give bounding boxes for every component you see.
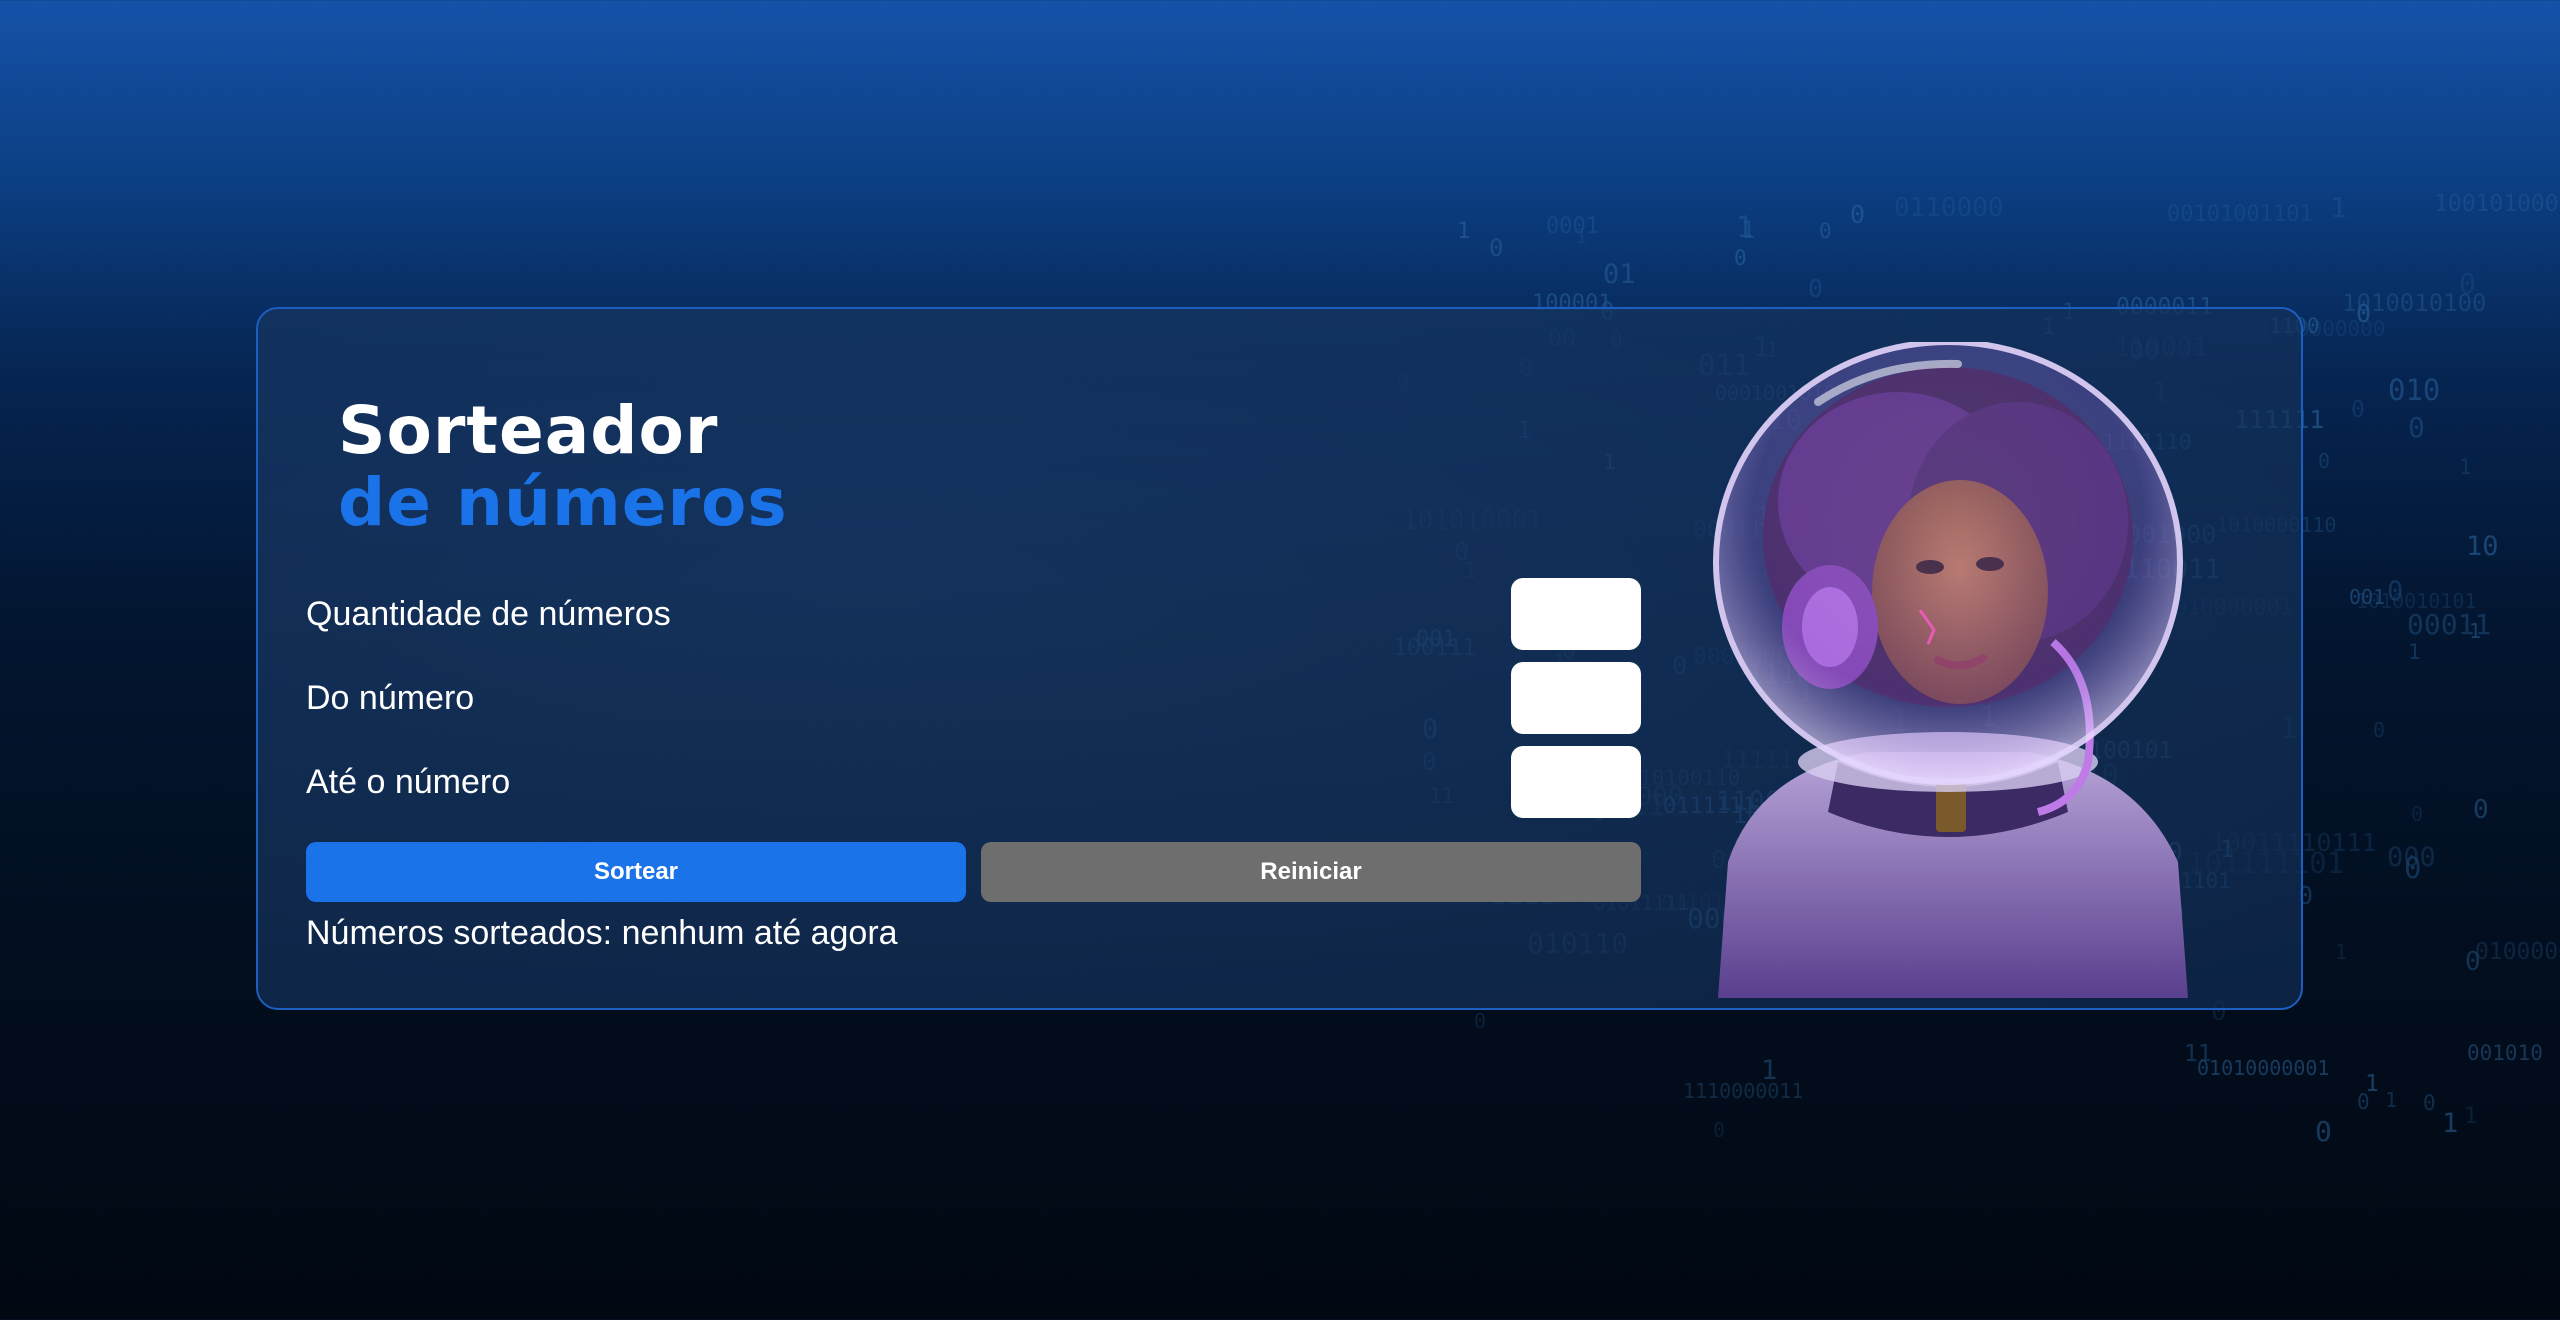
binary-digit: 0	[2373, 718, 2386, 742]
from-number-label: Do número	[306, 679, 475, 717]
binary-digit: 1	[1457, 219, 1471, 244]
page-title: Sorteador	[338, 392, 719, 469]
to-number-label: Até o número	[306, 763, 511, 801]
binary-digit: 001010	[2467, 1041, 2543, 1065]
binary-digit: 11	[2184, 1041, 2212, 1067]
binary-digit: 1	[2330, 191, 2347, 224]
binary-digit: 1	[2365, 1071, 2379, 1097]
binary-digit: 1	[2408, 640, 2421, 664]
binary-digit: 0	[2473, 795, 2489, 825]
binary-digit: 1	[1741, 216, 1756, 244]
binary-digit: 0	[2387, 576, 2404, 607]
binary-digit: 0	[2357, 1090, 2370, 1114]
quantity-input[interactable]	[1511, 578, 1641, 650]
binary-digit: 0	[1474, 1009, 1487, 1033]
binary-digit: 1	[1761, 1055, 1778, 1086]
binary-digit: 01000001	[2475, 939, 2560, 965]
binary-digit: 0	[2351, 397, 2365, 423]
draw-button[interactable]: Sortear	[306, 842, 966, 902]
binary-digit: 1010010101	[2356, 589, 2477, 613]
quantity-label: Quantidade de números	[306, 595, 671, 633]
binary-digit: 0	[2315, 1115, 2332, 1148]
binary-digit: 0110000	[1894, 193, 2004, 223]
binary-digit: 0	[2465, 947, 2481, 977]
binary-digit: 0	[2404, 851, 2422, 885]
binary-digit: 1	[1736, 210, 1754, 244]
binary-digit: 1	[2442, 1108, 2459, 1139]
binary-digit: 0	[2408, 411, 2425, 444]
binary-digit: 0001	[1546, 214, 1599, 239]
astronaut-illustration	[1698, 342, 2198, 998]
binary-digit: 1	[2464, 1104, 2478, 1129]
binary-digit: 0	[1713, 1118, 1726, 1142]
binary-digit: 000	[2387, 842, 2436, 873]
binary-digit: 0	[1734, 246, 1747, 270]
drawn-numbers-result: Números sorteados: nenhum até agora	[306, 914, 898, 952]
binary-digit: 0	[1489, 234, 1504, 262]
to-number-input[interactable]	[1511, 746, 1641, 818]
binary-digit: 0	[2318, 449, 2331, 473]
binary-digit: 1	[2469, 619, 2482, 643]
binary-digit: 00011	[2407, 608, 2492, 641]
binary-digit: 0	[2423, 1091, 2436, 1115]
binary-digit: 0	[1808, 274, 1824, 303]
binary-digit: 10010100001	[2434, 191, 2560, 217]
binary-digit: 00101001101	[2167, 202, 2313, 227]
page-subtitle: de números	[338, 464, 788, 541]
from-number-input[interactable]	[1511, 662, 1641, 734]
binary-digit: 1	[1575, 224, 1588, 248]
binary-digit: 0	[1819, 219, 1832, 243]
binary-digit: 001	[2349, 585, 2386, 609]
binary-digit: 0	[1850, 200, 1866, 229]
binary-digit: 10	[2466, 531, 2499, 562]
binary-digit: 1110000011	[1683, 1079, 1804, 1103]
binary-digit: 0	[2411, 802, 2424, 826]
binary-digit: 01010000001	[2197, 1056, 2330, 1080]
binary-digit: 0	[2356, 299, 2372, 328]
binary-digit: 01	[1603, 259, 1636, 290]
binary-digit: 1	[2459, 455, 2472, 479]
binary-digit: 1	[2385, 1088, 2398, 1112]
binary-digit: 0	[2459, 267, 2476, 300]
binary-digit: 1010010100	[2342, 289, 2487, 317]
binary-digit: 1	[2335, 940, 2348, 964]
reset-button[interactable]: Reiniciar	[981, 842, 1641, 902]
binary-digit: 010	[2388, 373, 2441, 407]
